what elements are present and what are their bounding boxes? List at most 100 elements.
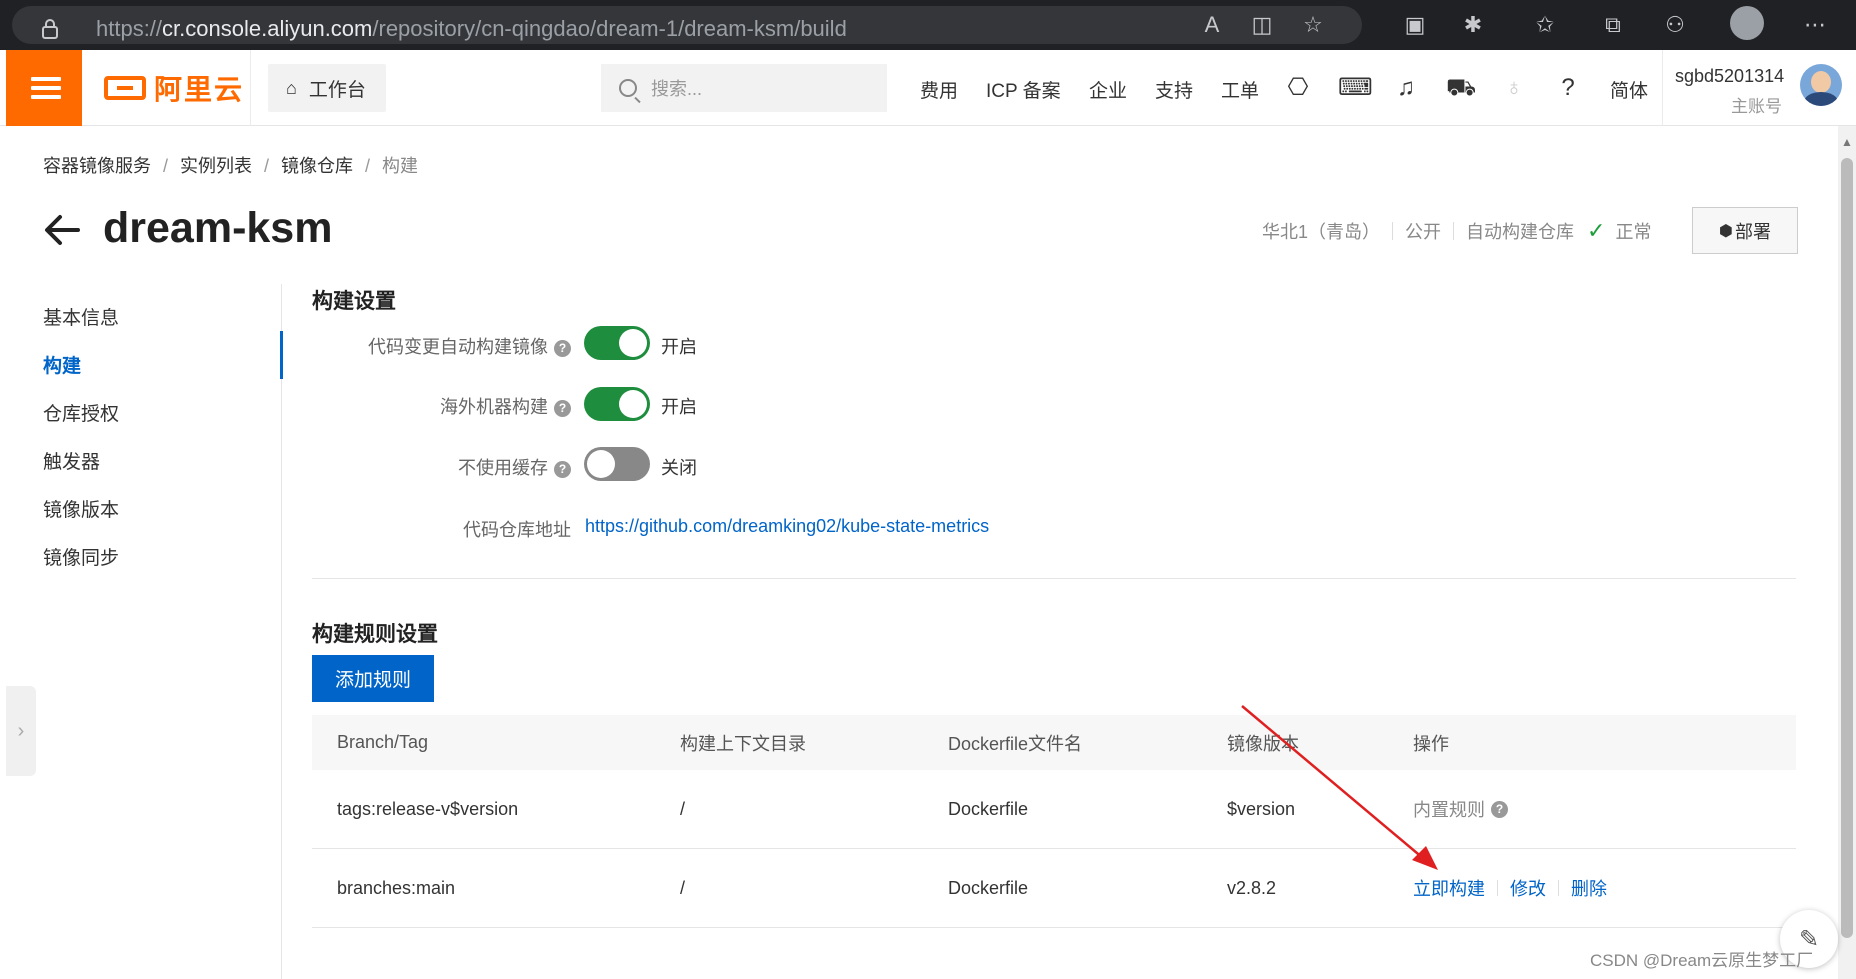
collections-icon[interactable]: ⧉ — [1598, 10, 1628, 40]
user-name[interactable]: sgbd5201314 — [1675, 66, 1784, 87]
aliyun-logo[interactable]: 阿里云 — [104, 70, 244, 106]
cell-context: / — [680, 798, 686, 819]
breadcrumb-item-repositories[interactable]: 镜像仓库 — [281, 156, 353, 176]
terminal-icon[interactable]: ⌨ — [1338, 74, 1373, 102]
repo-meta: 华北1（青岛） 公开 自动构建仓库 ✓ 正常 — [1262, 218, 1651, 244]
url-text: https://cr.console.aliyun.com/repository… — [96, 16, 847, 41]
repo-url-label: 代码仓库地址 — [463, 520, 571, 540]
puzzle-icon[interactable]: ✱ — [1458, 10, 1488, 40]
check-icon: ✓ — [1587, 218, 1606, 243]
cart-icon[interactable]: ⛟ — [1446, 74, 1476, 102]
cell-branch: tags:release-v$version — [337, 798, 519, 819]
auto-build-label: 代码变更自动构建镜像? — [368, 333, 571, 359]
user-role: 主账号 — [1731, 97, 1782, 116]
watermark: CSDN @Dream云原生梦工厂 — [1590, 951, 1814, 970]
cell-context: / — [680, 877, 686, 898]
side-menu: 基本信息 构建 仓库授权 触发器 镜像版本 镜像同步 — [43, 292, 119, 580]
help-icon[interactable]: ? — [554, 340, 571, 357]
address-bar[interactable]: https://cr.console.aliyun.com/repository… — [12, 6, 1362, 44]
favorites-list-icon[interactable]: ✩ — [1530, 10, 1560, 40]
add-rule-button[interactable]: 添加规则 — [312, 655, 434, 702]
help-icon[interactable]: ? — [554, 461, 571, 478]
nav-divider — [1662, 50, 1663, 126]
auto-build-toggle[interactable] — [584, 326, 650, 360]
build-rules-table: Branch/Tag 构建上下文目录 Dockerfile文件名 镜像版本 操作… — [312, 715, 1796, 928]
nav-link-support[interactable]: 支持 — [1155, 76, 1193, 103]
expand-panel-tab[interactable]: › — [6, 686, 36, 776]
sidebar-item-image-versions[interactable]: 镜像版本 — [43, 484, 119, 532]
breadcrumb-item-build: 构建 — [382, 156, 419, 176]
scrollbar-thumb[interactable] — [1841, 158, 1853, 938]
search-icon — [619, 79, 637, 97]
repo-url-link[interactable]: https://github.com/dreamking02/kube-stat… — [585, 516, 989, 537]
column-header-branch: Branch/Tag — [337, 732, 429, 752]
overseas-build-toggle[interactable] — [584, 387, 650, 421]
table-row: branches:main / Dockerfile v2.8.2 立即构建 修… — [312, 849, 1796, 928]
console-top-nav: 阿里云 ⌂ 工作台 搜索... 费用 ICP 备案 企业 支持 工单 ⎔ ⌨ ♫… — [0, 50, 1856, 126]
lock-icon — [42, 19, 58, 39]
nav-divider — [250, 50, 251, 126]
build-settings-title: 构建设置 — [312, 290, 396, 313]
api-icon[interactable]: ⎔ — [1284, 74, 1312, 102]
visibility-label: 公开 — [1405, 222, 1442, 242]
help-icon[interactable]: ? — [1491, 800, 1508, 818]
overseas-build-label: 海外机器构建? — [440, 393, 571, 419]
cell-dockerfile: Dockerfile — [948, 798, 1029, 819]
user-avatar[interactable] — [1800, 64, 1842, 106]
chevron-right-icon: › — [17, 719, 25, 742]
scroll-up-arrow-icon[interactable]: ▲ — [1841, 135, 1853, 149]
breadcrumb-item-instances[interactable]: 实例列表 — [180, 156, 252, 176]
delete-link[interactable]: 删除 — [1571, 875, 1607, 901]
side-menu-active-indicator — [280, 331, 283, 379]
edit-link[interactable]: 修改 — [1510, 875, 1546, 901]
read-aloud-icon[interactable]: A — [1197, 10, 1227, 40]
breadcrumb-item-service[interactable]: 容器镜像服务 — [43, 156, 151, 176]
profile-sync-icon[interactable]: ⚇ — [1660, 10, 1690, 40]
more-menu-icon[interactable]: ⋯ — [1800, 10, 1830, 40]
language-switch[interactable]: 简体 — [1610, 76, 1648, 103]
nav-link-ticket[interactable]: 工单 — [1221, 76, 1259, 103]
sidebar-item-basic-info[interactable]: 基本信息 — [43, 292, 119, 340]
sidebar-item-image-sync[interactable]: 镜像同步 — [43, 532, 119, 580]
overseas-build-state: 开启 — [661, 397, 697, 417]
browser-profile-avatar[interactable] — [1730, 6, 1764, 40]
sidebar-item-authorization[interactable]: 仓库授权 — [43, 388, 119, 436]
no-cache-toggle[interactable] — [584, 447, 650, 481]
menu-hamburger-button[interactable] — [6, 50, 82, 126]
cell-branch: branches:main — [337, 877, 456, 898]
back-arrow-icon[interactable] — [42, 210, 82, 250]
home-icon: ⌂ — [286, 77, 297, 98]
cell-dockerfile: Dockerfile — [948, 877, 1029, 898]
page-title: dream-ksm — [103, 204, 333, 252]
table-row: tags:release-v$version / Dockerfile $ver… — [312, 770, 1796, 849]
help-icon[interactable]: ? — [554, 400, 571, 417]
breadcrumb: 容器镜像服务 / 实例列表 / 镜像仓库 / 构建 — [43, 156, 419, 176]
help-icon[interactable]: ? — [1554, 74, 1582, 102]
auto-build-state: 开启 — [661, 337, 697, 357]
notification-bell-icon[interactable]: ♫ — [1392, 74, 1420, 102]
sidebar-item-triggers[interactable]: 触发器 — [43, 436, 119, 484]
no-cache-state: 关闭 — [661, 458, 697, 478]
table-header: Branch/Tag 构建上下文目录 Dockerfile文件名 镜像版本 操作 — [312, 715, 1796, 770]
section-divider — [312, 578, 1796, 579]
column-header-dockerfile: Dockerfile文件名 — [948, 733, 1083, 754]
extension-icon[interactable]: ▣ — [1400, 10, 1430, 40]
repo-type-label: 自动构建仓库 — [1466, 222, 1575, 242]
side-menu-divider — [281, 284, 282, 979]
no-cache-label: 不使用缓存? — [458, 454, 571, 480]
workbench-button[interactable]: ⌂ 工作台 — [268, 64, 386, 112]
lightbulb-icon[interactable]: ♁ — [1500, 74, 1528, 102]
annotation-arrow — [1241, 705, 1438, 870]
deploy-button[interactable]: ⬢ 部署 — [1692, 207, 1798, 254]
sidebar-item-build[interactable]: 构建 — [43, 340, 119, 388]
column-header-context: 构建上下文目录 — [680, 733, 806, 754]
nav-link-fees[interactable]: 费用 — [920, 76, 958, 103]
favorite-star-icon[interactable]: ☆ — [1298, 10, 1328, 40]
search-input[interactable]: 搜索... — [601, 64, 887, 112]
cube-icon: ⬢ — [1719, 222, 1733, 240]
build-rules-title: 构建规则设置 — [312, 623, 438, 646]
nav-link-icp[interactable]: ICP 备案 — [986, 76, 1061, 103]
aliyun-logo-icon — [104, 76, 146, 100]
split-screen-icon[interactable]: ◫ — [1247, 10, 1277, 40]
nav-link-enterprise[interactable]: 企业 — [1089, 76, 1127, 103]
